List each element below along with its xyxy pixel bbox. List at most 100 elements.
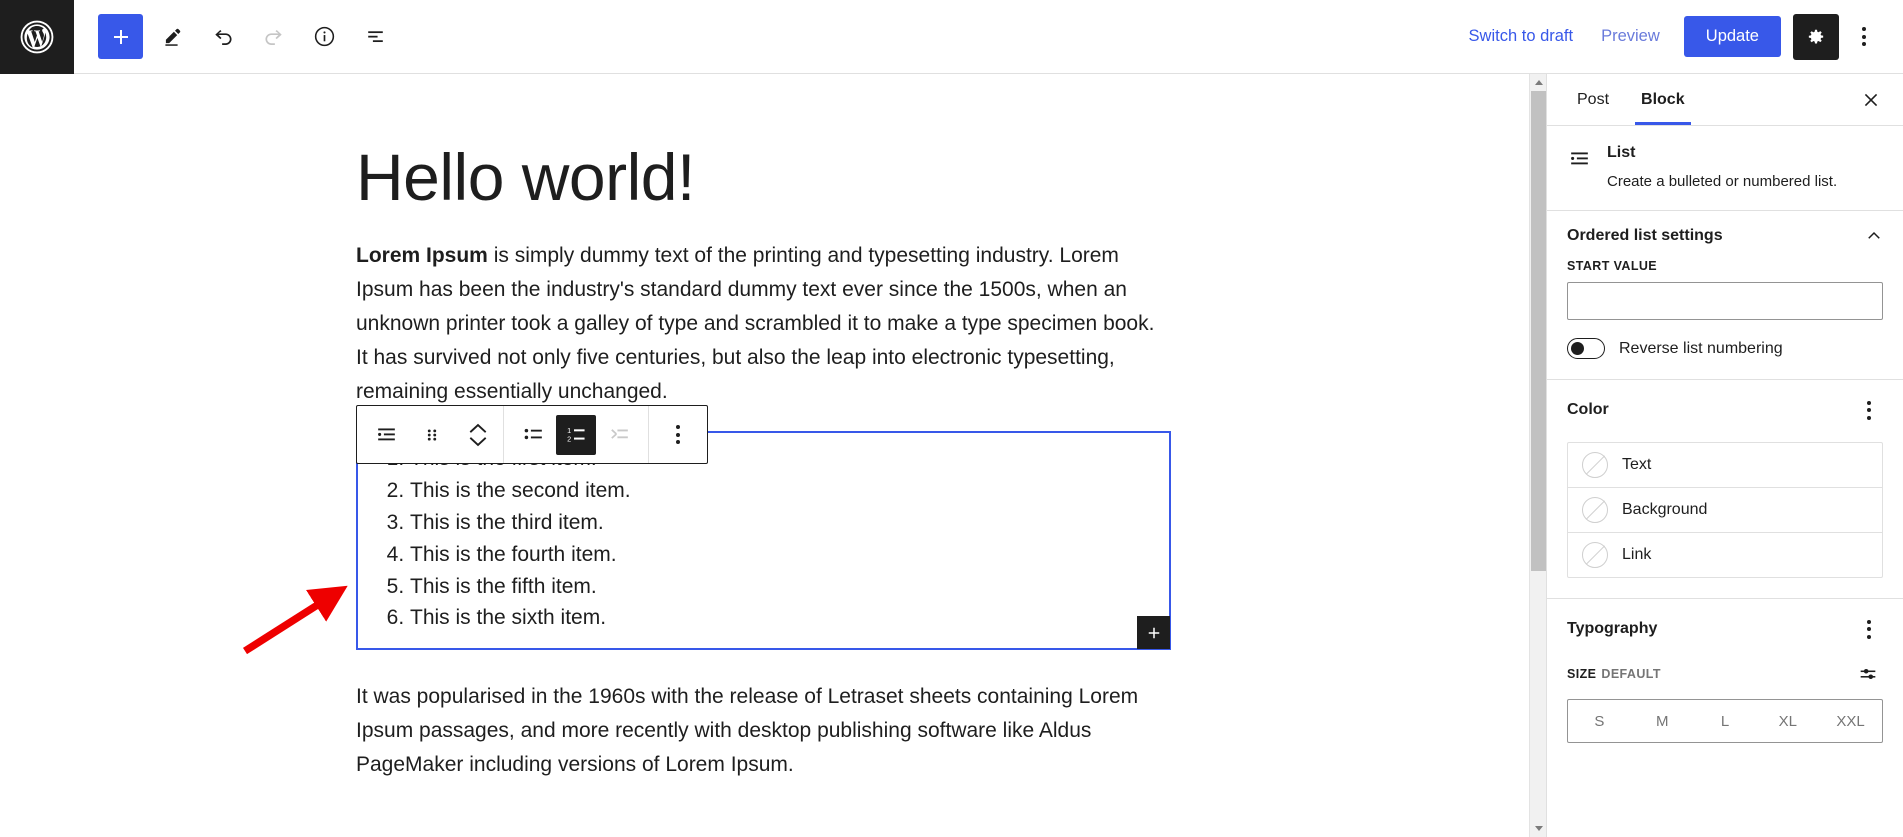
no-color-swatch-icon [1582,497,1608,523]
font-size-option-m[interactable]: M [1631,700,1694,742]
redo-arrow-icon [264,29,282,45]
color-row-background[interactable]: Background [1568,487,1882,532]
font-size-option-xl[interactable]: XL [1756,700,1819,742]
reverse-list-numbering-toggle[interactable] [1567,338,1605,359]
update-button[interactable]: Update [1683,16,1781,57]
settings-sidebar-toggle-button[interactable] [1793,13,1839,60]
reverse-list-numbering-label: Reverse list numbering [1619,339,1783,357]
list-view-icon [368,31,383,43]
scrollbar-thumb[interactable] [1531,91,1546,571]
list-item-appender-button[interactable] [1137,616,1170,650]
ordered-list-settings-panel: Ordered list settings START VALUE Revers… [1547,211,1903,379]
paragraph-block-1[interactable]: Lorem Ipsum is simply dummy text of the … [356,239,1171,409]
tab-block[interactable]: Block [1625,74,1701,125]
list-item[interactable]: This is the fifth item. [410,571,1151,603]
outdent-list-button[interactable] [596,406,642,463]
font-size-label: SIZE DEFAULT [1567,667,1661,681]
color-label: Text [1622,456,1652,473]
details-button[interactable] [302,14,347,59]
undo-button[interactable] [200,14,245,59]
font-size-option-l[interactable]: L [1694,700,1757,742]
block-toolbar: 1 2 [356,405,708,464]
color-label: Background [1622,501,1708,518]
list-block-selected[interactable]: This is the first item. This is the seco… [356,431,1171,651]
block-type-list-button[interactable] [363,406,409,463]
tools-edit-button[interactable] [149,14,194,59]
panel-title: Ordered list settings [1567,227,1723,244]
gear-icon [1808,29,1824,44]
custom-font-size-button[interactable] [1853,659,1883,689]
list-item[interactable]: This is the third item. [410,507,1151,539]
block-toolbar-group-options [648,406,707,463]
list-item[interactable]: This is the fourth item. [410,539,1151,571]
kebab-menu-icon [1862,27,1866,46]
document-overview-button[interactable] [353,14,398,59]
kebab-menu-icon [1867,619,1871,639]
settings-sidebar: Post Block List Create a bulleted or num… [1546,74,1903,837]
svg-text:2: 2 [567,434,571,443]
switch-to-draft-button[interactable]: Switch to draft [1455,18,1588,55]
plus-icon [113,29,128,44]
wordpress-logo-icon[interactable] [0,0,74,74]
block-card-section: List Create a bulleted or numbered list. [1547,126,1903,211]
scroll-up-arrow-icon[interactable] [1530,74,1547,91]
font-size-picker[interactable]: S M L XL XXL [1567,699,1883,743]
reverse-list-numbering-row[interactable]: Reverse list numbering [1547,338,1903,379]
unordered-list-button[interactable] [510,406,556,463]
post-title[interactable]: Hello world! [356,141,1171,213]
ordered-list-button[interactable]: 1 2 [556,414,596,455]
editor-scrollbar[interactable] [1529,74,1546,837]
list-item[interactable]: This is the sixth item. [410,602,1151,634]
ordered-list[interactable]: This is the first item. This is the seco… [376,443,1151,634]
paragraph-bold-lead: Lorem Ipsum [356,244,488,268]
no-color-swatch-icon [1582,452,1608,478]
block-inserter-button[interactable] [98,14,143,59]
undo-arrow-icon [214,29,232,45]
more-options-button[interactable] [1843,14,1885,60]
size-value-text: DEFAULT [1601,667,1661,681]
move-updown-button[interactable] [455,406,501,463]
list-block-icon [377,428,395,441]
block-card: List Create a bulleted or numbered list. [1567,144,1883,192]
tab-post[interactable]: Post [1561,74,1625,125]
color-options-button[interactable] [1855,396,1883,424]
typography-panel-header: Typography [1547,599,1903,657]
redo-button[interactable] [251,14,296,59]
paragraph-block-2[interactable]: It was popularised in the 1960s with the… [356,680,1171,782]
drag-handle-button[interactable] [409,406,455,463]
block-more-options-button[interactable] [655,406,701,463]
block-card-title: List [1607,144,1636,161]
editor-canvas: Hello world! Lorem Ipsum is simply dummy… [0,74,1529,837]
scroll-down-arrow-icon[interactable] [1530,820,1547,837]
paragraph-body-1: is simply dummy text of the printing and… [356,244,1155,404]
list-block-icon [1567,144,1593,176]
panel-title: Typography [1567,620,1658,637]
color-panel-header: Color [1547,380,1903,438]
start-value-input[interactable] [1567,282,1883,320]
bulleted-list-icon [524,428,542,440]
plus-icon [1148,627,1159,638]
chevron-up-down-icon [469,423,487,446]
start-value-field: START VALUE [1547,259,1903,338]
start-value-label: START VALUE [1567,259,1658,273]
color-label: Link [1622,546,1652,563]
typography-options-button[interactable] [1855,615,1883,643]
close-sidebar-button[interactable] [1851,80,1891,120]
font-size-option-xxl[interactable]: XXL [1819,700,1882,742]
list-item[interactable]: This is the second item. [410,475,1151,507]
drag-dots-icon [427,428,437,441]
color-row-text[interactable]: Text [1568,443,1882,487]
color-panel: Color Text Background Link [1547,379,1903,578]
ordered-list-settings-header[interactable]: Ordered list settings [1547,211,1903,259]
wordpress-block-editor: Switch to draft Preview Update Hello wor… [0,0,1903,837]
color-row-link[interactable]: Link [1568,532,1882,577]
font-size-option-s[interactable]: S [1568,700,1631,742]
preview-button[interactable]: Preview [1587,18,1674,55]
block-toolbar-group-list: 1 2 [503,406,648,463]
sliders-icon [1860,668,1876,680]
top-bar-right-actions: Switch to draft Preview Update [1455,13,1903,60]
chevron-up-icon [1865,227,1883,245]
color-options-list: Text Background Link [1567,442,1883,578]
editor-top-bar: Switch to draft Preview Update [0,0,1903,74]
typography-panel: Typography SIZE DEFAULT S M L XL XXL [1547,598,1903,743]
